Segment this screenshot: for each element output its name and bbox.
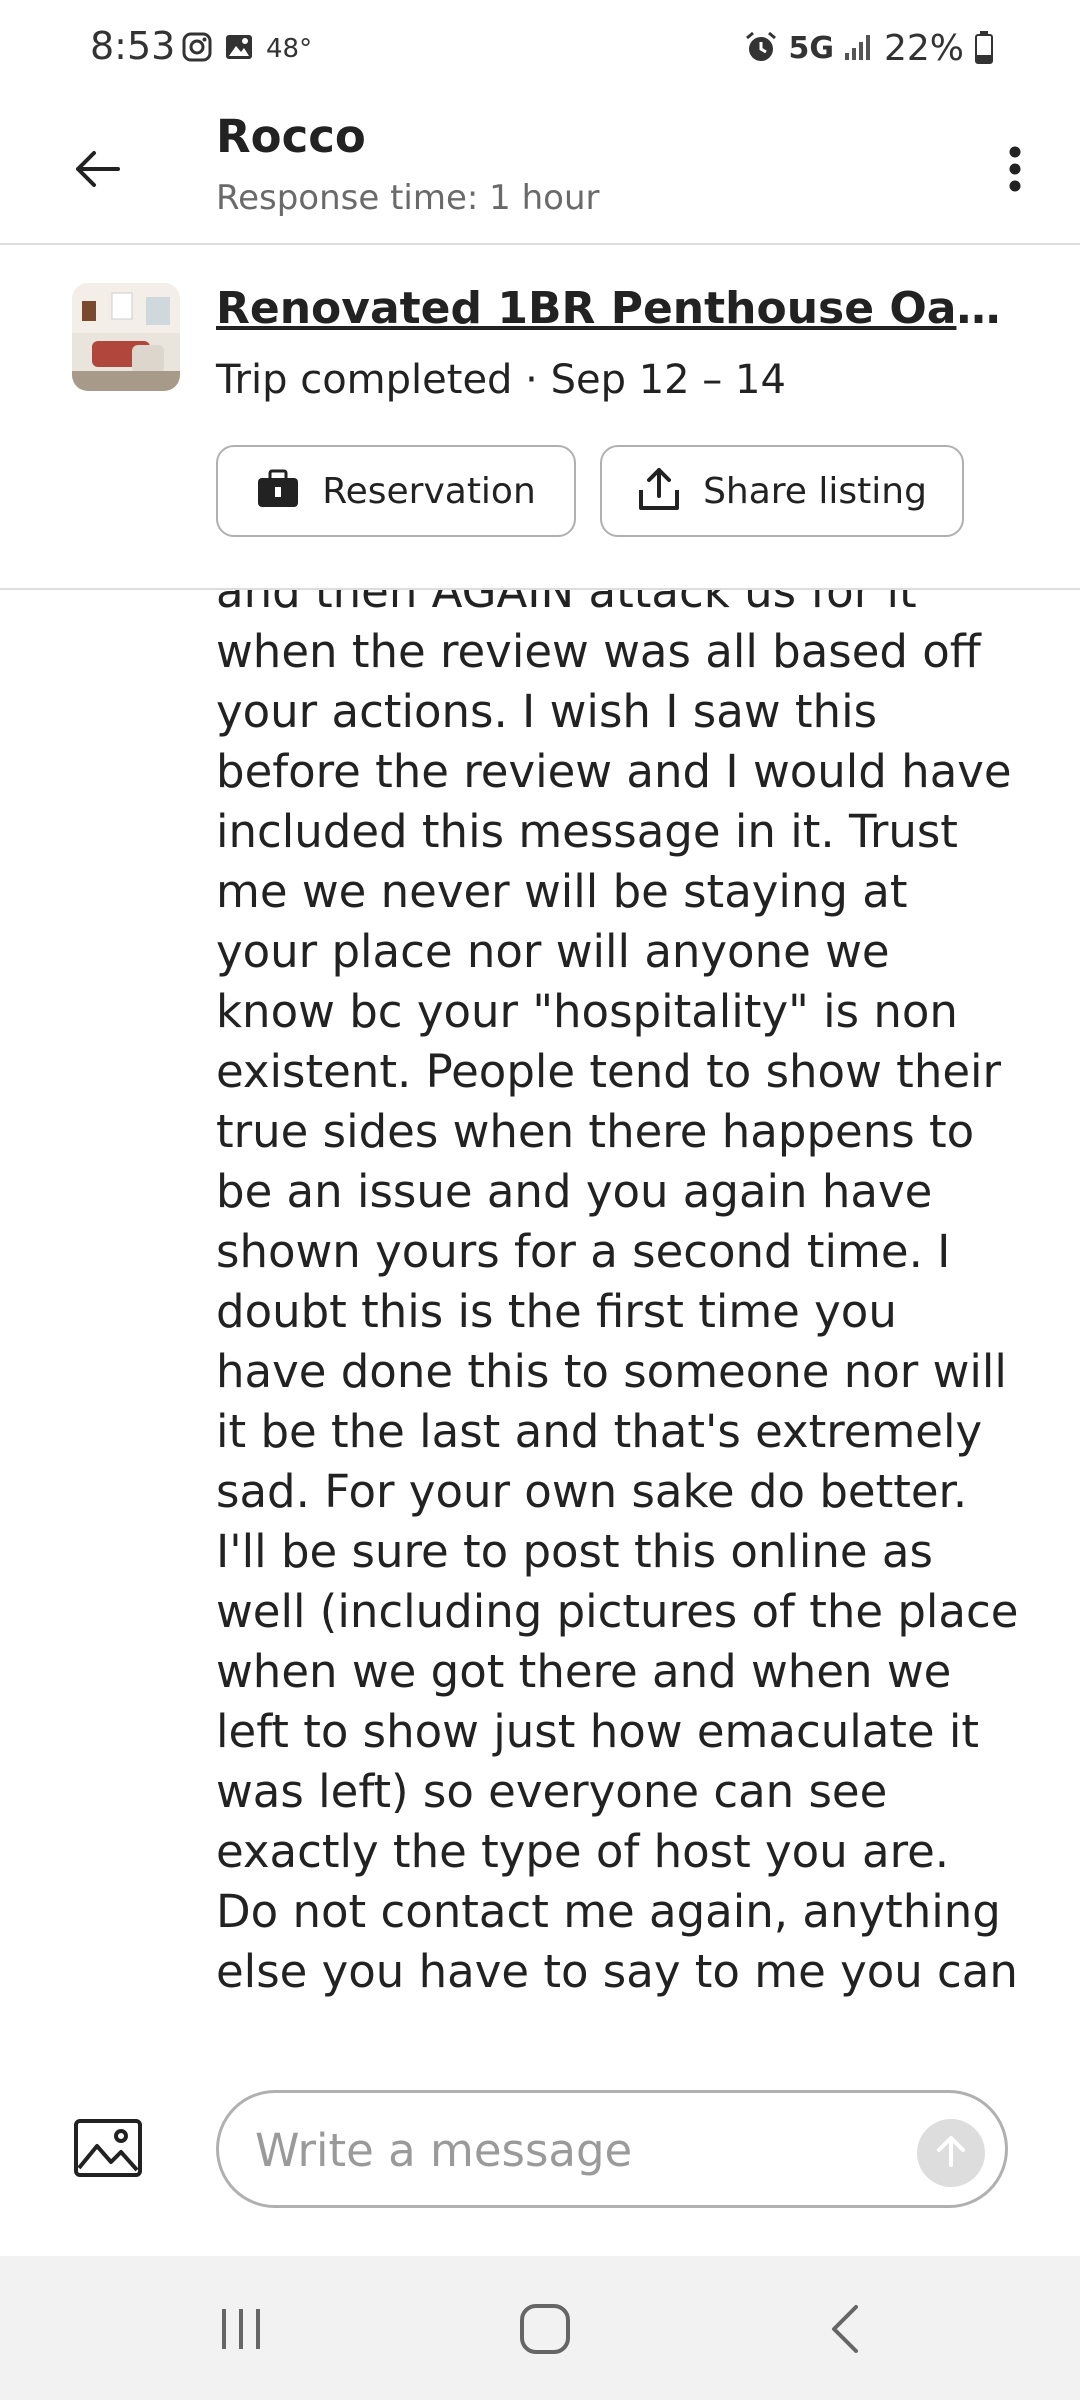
home-button[interactable]: [500, 2286, 590, 2376]
trip-status: Trip completed · Sep 12 – 14: [216, 357, 786, 403]
status-right-icons: 5G 22%: [744, 28, 994, 69]
conversation-header: Rocco Response time: 1 hour: [0, 100, 1080, 245]
more-vertical-icon: [1008, 146, 1022, 196]
send-button[interactable]: [917, 2119, 985, 2187]
system-back-button[interactable]: [800, 2286, 890, 2376]
attach-image-button[interactable]: [72, 2114, 144, 2186]
battery-percent: 22%: [883, 28, 964, 69]
instagram-icon: [182, 32, 212, 66]
status-temperature: 48°: [266, 34, 313, 64]
gallery-icon: [224, 32, 254, 66]
briefcase-icon: [256, 469, 300, 513]
signal-icon: [844, 33, 874, 65]
message-input[interactable]: [253, 2093, 897, 2207]
message-body: and then AGAIN attack us for it when the…: [216, 590, 1019, 2010]
arrow-left-icon: [72, 149, 122, 193]
back-button[interactable]: [62, 136, 132, 206]
alarm-icon: [744, 30, 778, 68]
status-bar: 8:53 48° 5G 22%: [0, 0, 1080, 100]
message-thread[interactable]: and then AGAIN attack us for it when the…: [0, 590, 1080, 2010]
reservation-button[interactable]: Reservation: [216, 445, 576, 537]
network-type: 5G: [788, 31, 834, 66]
share-listing-button[interactable]: Share listing: [600, 445, 964, 537]
share-listing-label: Share listing: [703, 470, 927, 512]
battery-icon: [974, 30, 994, 68]
arrow-up-icon: [934, 2133, 968, 2173]
listing-title[interactable]: Renovated 1BR Penthouse Oasis I...: [216, 283, 1016, 334]
system-navigation-bar: [0, 2256, 1080, 2400]
image-icon: [73, 2118, 143, 2182]
listing-thumbnail[interactable]: [72, 283, 180, 391]
host-name: Rocco: [216, 110, 366, 163]
status-left-icons: 48°: [182, 32, 312, 66]
more-options-button[interactable]: [980, 136, 1050, 206]
share-icon: [637, 466, 681, 516]
listing-card: Renovated 1BR Penthouse Oasis I... Trip …: [0, 245, 1080, 590]
status-time: 8:53: [90, 24, 176, 68]
message-composer: [216, 2090, 1008, 2208]
recent-apps-button[interactable]: [196, 2286, 286, 2376]
recents-icon: [218, 2307, 264, 2355]
reservation-label: Reservation: [322, 470, 536, 512]
response-time: Response time: 1 hour: [216, 178, 600, 218]
chevron-left-icon: [828, 2303, 862, 2359]
home-square-icon: [519, 2303, 571, 2359]
